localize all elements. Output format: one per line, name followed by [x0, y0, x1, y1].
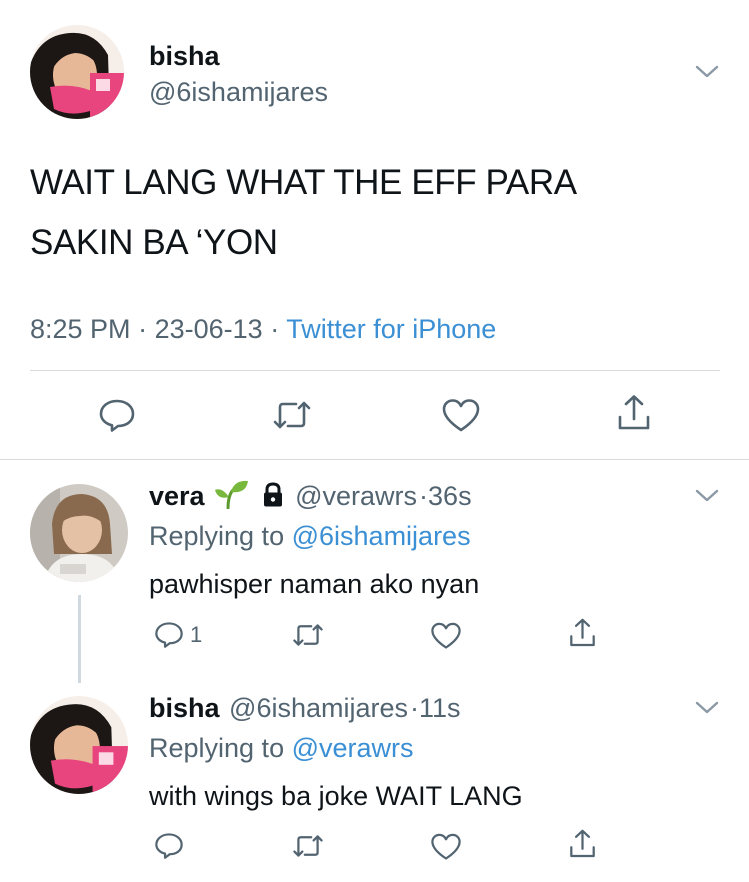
tweet-text-line-1: WAIT LANG WHAT THE EFF PARA [30, 163, 577, 202]
lock-icon [262, 482, 284, 508]
share-icon[interactable] [568, 617, 597, 649]
replying-label: Replying to [149, 733, 285, 763]
like-icon[interactable] [441, 397, 481, 433]
reply-icon[interactable] [98, 397, 136, 433]
handle[interactable]: @6ishamijares [149, 75, 328, 109]
avatar[interactable] [30, 484, 128, 582]
display-name[interactable]: bisha [149, 693, 220, 723]
like-icon[interactable] [430, 621, 462, 650]
time-ago[interactable]: 36s [428, 481, 472, 511]
like-icon[interactable] [430, 832, 462, 861]
divider [30, 370, 720, 371]
avatar[interactable] [30, 25, 124, 119]
reply-count: 1 [190, 622, 203, 647]
display-name[interactable]: bisha [149, 39, 220, 73]
reply-header: bisha @6ishamijares·11s [149, 691, 461, 725]
handle[interactable]: @verawrs [295, 481, 417, 511]
reply-icon[interactable] [154, 831, 184, 860]
reply-text: with wings ba joke WAIT LANG [149, 781, 523, 811]
reply-text: pawhisper naman ako nyan [149, 569, 480, 599]
avatar[interactable] [30, 696, 128, 794]
meta-separator: · [410, 693, 420, 723]
reply-header: vera @verawrs·36s [149, 479, 472, 513]
share-icon[interactable] [616, 393, 652, 433]
mention-link[interactable]: @6ishamijares [292, 521, 471, 551]
retweet-icon[interactable] [292, 833, 324, 859]
replying-to: Replying to @6ishamijares [149, 519, 471, 553]
retweet-icon[interactable] [292, 622, 324, 648]
section-divider [0, 459, 749, 460]
retweet-icon[interactable] [272, 399, 312, 431]
meta-separator: · [419, 481, 429, 511]
meta-separator: · [270, 314, 280, 344]
tweet-meta: 8:25 PM · 23-06-13 · Twitter for iPhone [30, 311, 496, 347]
seedling-icon [214, 479, 250, 509]
replying-to: Replying to @verawrs [149, 731, 414, 765]
share-icon[interactable] [568, 828, 597, 860]
tweet-date: 23-06-13 [154, 314, 263, 344]
time-ago[interactable]: 11s [419, 693, 461, 723]
chevron-down-icon[interactable] [693, 697, 721, 717]
tweet-source-link[interactable]: Twitter for iPhone [286, 314, 496, 344]
thread-line [78, 595, 81, 683]
tweet-text-line-2: SAKIN BA ‘YON [30, 223, 278, 262]
chevron-down-icon[interactable] [693, 485, 721, 505]
chevron-down-icon[interactable] [693, 61, 721, 81]
mention-link[interactable]: @verawrs [292, 733, 414, 763]
reply-icon[interactable] [154, 620, 184, 649]
handle[interactable]: @6ishamijares [229, 693, 408, 723]
display-name[interactable]: vera [149, 481, 205, 511]
tweet-time: 8:25 PM [30, 314, 131, 344]
replying-label: Replying to [149, 521, 285, 551]
meta-separator: · [138, 314, 148, 344]
